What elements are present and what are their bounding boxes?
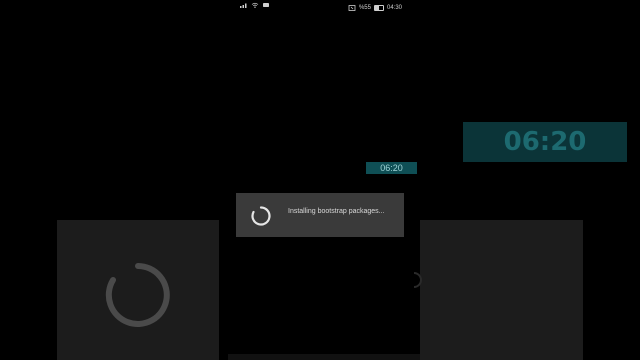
large-timer-badge: 06:20 bbox=[463, 122, 627, 162]
wifi-icon bbox=[251, 2, 259, 8]
signal-icon bbox=[240, 3, 247, 8]
status-right: %55 04:30 bbox=[348, 2, 402, 14]
battery-icon bbox=[373, 5, 384, 11]
small-timer-badge: 06:20 bbox=[366, 162, 417, 174]
notification-icon bbox=[263, 3, 269, 7]
background-panel-right bbox=[420, 220, 583, 360]
screen: %55 04:30 06:20 06:20 Installing bootstr… bbox=[0, 0, 640, 360]
status-bar: %55 04:30 bbox=[236, 2, 406, 14]
status-left bbox=[240, 2, 270, 8]
nfc-icon bbox=[348, 5, 356, 11]
battery-percent: %55 bbox=[358, 5, 371, 11]
progress-dialog: Installing bootstrap packages... bbox=[236, 193, 404, 237]
large-spinner-icon bbox=[105, 263, 170, 327]
clock: 04:30 bbox=[386, 5, 402, 11]
bottom-strip bbox=[228, 354, 420, 360]
partial-spinner-icon bbox=[413, 272, 422, 288]
progress-spinner-icon bbox=[251, 206, 271, 226]
background-panel-left bbox=[57, 220, 219, 360]
dialog-message: Installing bootstrap packages... bbox=[288, 208, 385, 215]
